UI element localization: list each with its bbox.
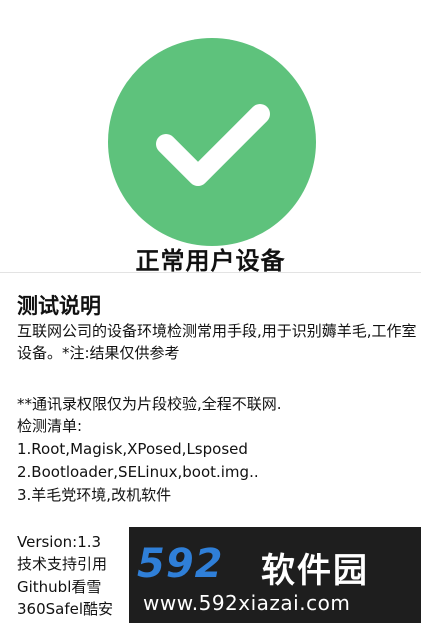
watermark-logo: 592 [137, 541, 224, 587]
version-text: Version:1.3 [17, 533, 102, 551]
checklist-item: 3.羊毛党环境,改机软件 [17, 486, 172, 504]
success-status-circle [108, 38, 316, 246]
watermark-name: 软件园 [261, 551, 369, 591]
checklist-header: 检测清单: [17, 417, 83, 435]
result-title: 正常用户设备 [135, 247, 286, 275]
support-text: 技术支持引用 [17, 555, 108, 573]
description-text: 互联网公司的设备环境检测常用手段,用于识别薅羊毛,工作室设备。*注:结果仅供参考 [17, 322, 417, 362]
site-watermark: 592 软件园 www.592xiazai.com [129, 527, 421, 623]
safe-text: 360Safel酷安 [17, 600, 114, 618]
section-title: 测试说明 [17, 294, 101, 318]
github-text: Githubl看雪 [17, 578, 102, 596]
checkmark-icon [156, 104, 270, 186]
watermark-url: www.592xiazai.com [143, 591, 351, 615]
permission-notice: **通讯录权限仅为片段校验,全程不联网. [17, 395, 282, 413]
checklist-item: 1.Root,Magisk,XPosed,Lsposed [17, 440, 248, 458]
checklist-item: 2.Bootloader,SELinux,boot.img.. [17, 463, 259, 481]
divider [0, 272, 421, 273]
